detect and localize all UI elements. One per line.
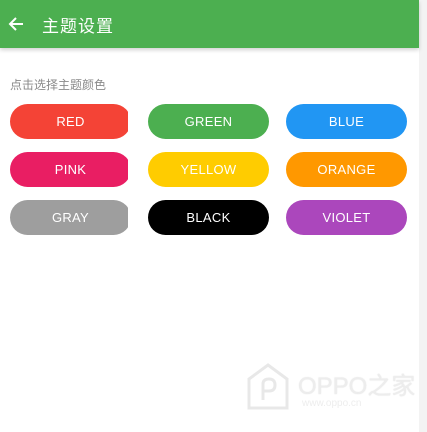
scroll-handle[interactable] xyxy=(128,154,135,184)
color-button-green[interactable]: GREEN xyxy=(148,104,269,139)
watermark-brand: OPPO之家 xyxy=(298,373,416,400)
watermark-url: www.oppo.cn xyxy=(302,398,362,409)
color-button-orange[interactable]: ORANGE xyxy=(286,152,407,187)
color-button-gray[interactable]: GRAY xyxy=(10,200,131,235)
app-bar: 主题设置 xyxy=(0,0,419,48)
color-button-pink[interactable]: PINK xyxy=(10,152,131,187)
scroll-handle[interactable] xyxy=(128,106,135,136)
color-button-black[interactable]: BLACK xyxy=(148,200,269,235)
oppo-home-logo-icon xyxy=(247,363,289,410)
color-button-yellow[interactable]: YELLOW xyxy=(148,152,269,187)
window-edge xyxy=(419,0,427,432)
scroll-handle[interactable] xyxy=(128,202,135,232)
arrow-left-icon xyxy=(7,15,25,33)
color-button-violet[interactable]: VIOLET xyxy=(286,200,407,235)
watermark: OPPO之家 www.oppo.cn xyxy=(246,362,416,418)
page-title: 主题设置 xyxy=(42,16,114,37)
color-button-red[interactable]: RED xyxy=(10,104,131,139)
color-button-blue[interactable]: BLUE xyxy=(286,104,407,139)
back-button[interactable] xyxy=(0,8,32,40)
color-grid: RED GREEN BLUE PINK YELLOW ORANGE GRAY B… xyxy=(10,104,407,235)
instruction-label: 点击选择主题颜色 xyxy=(10,78,107,92)
